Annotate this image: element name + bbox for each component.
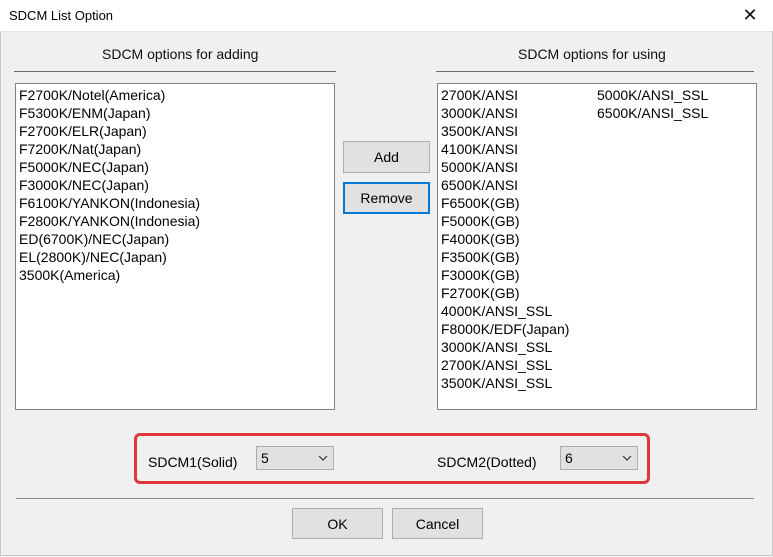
left-header-rule — [14, 71, 336, 72]
sdcm1-value: 5 — [261, 450, 269, 466]
using-option-item[interactable]: 6500K/ANSI — [441, 176, 597, 194]
adding-option-item[interactable]: F6100K/YANKON(Indonesia) — [19, 194, 331, 212]
using-option-item[interactable]: 2700K/ANSI_SSL — [441, 356, 597, 374]
using-option-item[interactable]: 3000K/ANSI_SSL — [441, 338, 597, 356]
right-header-rule — [436, 71, 754, 72]
footer-rule — [16, 498, 754, 499]
using-option-item[interactable]: F2700K(GB) — [441, 284, 597, 302]
using-options-list[interactable]: 2700K/ANSI 3000K/ANSI 3500K/ANSI 4100K/ANSI… — [437, 83, 757, 410]
sdcm2-label: SDCM2(Dotted) — [437, 454, 537, 470]
using-option-item[interactable]: 5000K/ANSI — [441, 158, 597, 176]
adding-option-item[interactable]: F5000K/NEC(Japan) — [19, 158, 331, 176]
title-bar: SDCM List Option ✕ — [0, 0, 773, 32]
using-option-item[interactable]: 3000K/ANSI — [441, 104, 597, 122]
adding-option-item[interactable]: F7200K/Nat(Japan) — [19, 140, 331, 158]
ok-button[interactable]: OK — [292, 508, 383, 539]
using-option-item[interactable]: 5000K/ANSI_SSL — [597, 86, 753, 104]
sdcm2-select[interactable]: 6 — [560, 446, 638, 470]
chevron-down-icon — [318, 455, 328, 461]
chevron-down-icon — [622, 455, 632, 461]
adding-option-item[interactable]: EL(2800K)/NEC(Japan) — [19, 248, 331, 266]
using-option-item[interactable]: F4000K(GB) — [441, 230, 597, 248]
adding-option-item[interactable]: 3500K(America) — [19, 266, 331, 284]
close-icon[interactable]: ✕ — [727, 0, 773, 31]
sdcm1-label: SDCM1(Solid) — [148, 454, 238, 470]
adding-option-item[interactable]: F2800K/YANKON(Indonesia) — [19, 212, 331, 230]
cancel-button[interactable]: Cancel — [392, 508, 483, 539]
using-option-item[interactable]: 4100K/ANSI — [441, 140, 597, 158]
add-button[interactable]: Add — [343, 141, 430, 173]
using-option-item[interactable]: F5000K(GB) — [441, 212, 597, 230]
adding-option-item[interactable]: F2700K/ELR(Japan) — [19, 122, 331, 140]
using-option-item[interactable]: F8000K/EDF(Japan) — [441, 320, 597, 338]
using-option-item[interactable]: 6500K/ANSI_SSL — [597, 104, 753, 122]
using-option-item[interactable]: 3500K/ANSI — [441, 122, 597, 140]
adding-options-list[interactable]: F2700K/Notel(America) F5300K/ENM(Japan) F2… — [15, 83, 335, 410]
using-options-label: SDCM options for using — [518, 46, 666, 62]
using-option-item[interactable]: 3500K/ANSI_SSL — [441, 374, 597, 392]
adding-option-item[interactable]: F5300K/ENM(Japan) — [19, 104, 331, 122]
using-option-item[interactable]: F3500K(GB) — [441, 248, 597, 266]
using-option-item[interactable]: 4000K/ANSI_SSL — [441, 302, 597, 320]
adding-option-item[interactable]: F2700K/Notel(America) — [19, 86, 331, 104]
adding-options-label: SDCM options for adding — [102, 46, 259, 62]
adding-option-item[interactable]: F3000K/NEC(Japan) — [19, 176, 331, 194]
using-option-item[interactable]: F6500K(GB) — [441, 194, 597, 212]
remove-button[interactable]: Remove — [343, 182, 430, 214]
window-title: SDCM List Option — [9, 8, 114, 23]
adding-option-item[interactable]: ED(6700K)/NEC(Japan) — [19, 230, 331, 248]
using-option-item[interactable]: 2700K/ANSI — [441, 86, 597, 104]
sdcm1-select[interactable]: 5 — [256, 446, 334, 470]
sdcm2-value: 6 — [565, 450, 573, 466]
using-option-item[interactable]: F3000K(GB) — [441, 266, 597, 284]
